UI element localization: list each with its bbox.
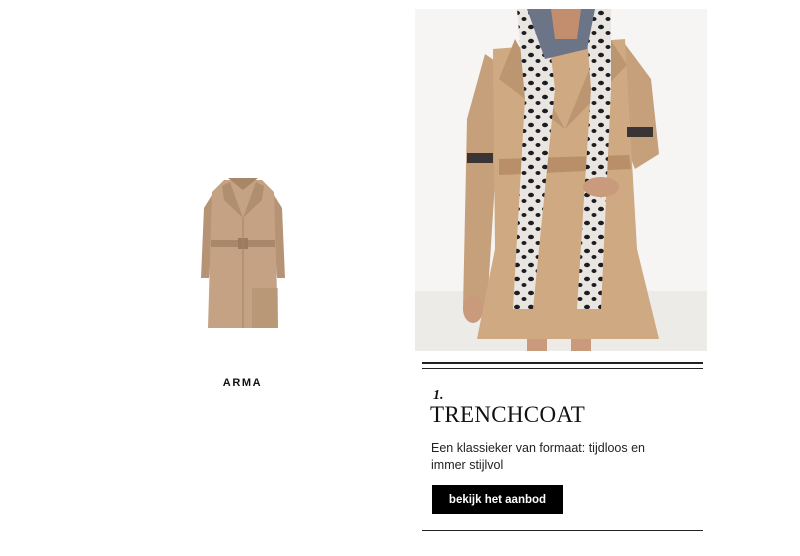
product-brand[interactable]: ARMA <box>120 377 365 389</box>
model-trenchcoat-icon <box>415 9 707 351</box>
view-offer-button[interactable]: bekijk het aanbod <box>432 485 563 514</box>
divider-top-thin <box>422 368 703 369</box>
page: ARMA 1. TRENCHCOAT Een klassieker van fo… <box>0 0 800 556</box>
suede-coat-image[interactable] <box>200 178 286 334</box>
divider-top-thick <box>422 362 703 364</box>
divider-bottom <box>422 530 703 531</box>
hero-image[interactable] <box>415 9 707 351</box>
product-tile[interactable]: ARMA <box>120 170 365 410</box>
item-title: TRENCHCOAT <box>430 402 586 427</box>
item-description: Een klassieker van formaat: tijdloos en … <box>431 441 645 472</box>
coat-thumbnail-icon <box>201 178 285 328</box>
